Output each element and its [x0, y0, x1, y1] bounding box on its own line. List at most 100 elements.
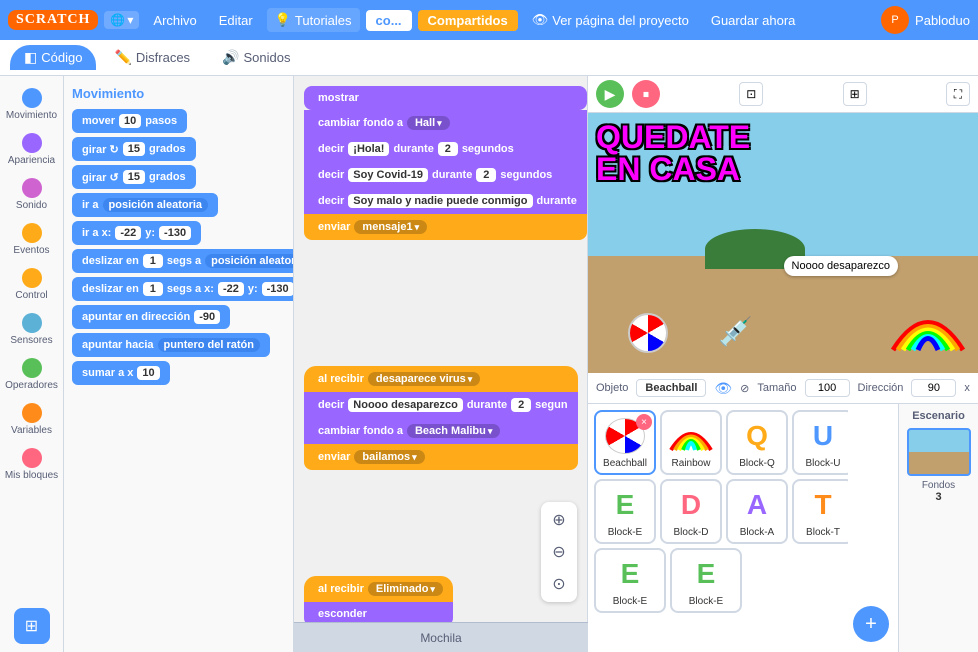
goto-y[interactable]: -130 [159, 226, 191, 240]
sprite-item-block-u[interactable]: U Block-U [792, 410, 848, 475]
decir-covid-text[interactable]: Soy Covid-19 [348, 168, 428, 182]
enviar-mensaje1-dropdown[interactable]: mensaje1 [354, 220, 427, 234]
sprite-item-block-e3[interactable]: E Block-E [670, 548, 742, 613]
goto-x[interactable]: -22 [115, 226, 141, 240]
cambiar-fondo-1-dropdown[interactable]: Hall [407, 116, 450, 130]
block-point-dir[interactable]: apuntar en dirección -90 [72, 305, 230, 329]
ver-pagina-button[interactable]: 👁 Ver página del proyecto [524, 8, 697, 32]
stage-medium-button[interactable]: ⊞ [843, 82, 867, 106]
sprite-item-beachball[interactable]: × Beachball [594, 410, 656, 475]
recibir-eliminado-dropdown[interactable]: Eliminado [368, 582, 443, 596]
goto-dropdown[interactable]: posición aleatoria [103, 198, 209, 212]
archivo-menu[interactable]: Archivo [145, 9, 204, 32]
block-goto-random[interactable]: ir a posición aleatoria [72, 193, 218, 217]
sprite-item-block-e[interactable]: E Block-E [594, 479, 656, 544]
decir-hola-text[interactable]: ¡Hola! [348, 142, 389, 156]
move-value[interactable]: 10 [119, 114, 141, 128]
block-glide-xy[interactable]: deslizar en 1 segs a x: -22 y: -130 [72, 277, 294, 301]
zoom-fit-button[interactable]: ⊙ [545, 570, 573, 598]
change-x-value[interactable]: 10 [137, 366, 159, 380]
add-extension-button[interactable]: ⊞ [14, 608, 50, 644]
zoom-in-button[interactable]: ⊕ [545, 506, 573, 534]
sidebar-item-control[interactable]: Control [3, 264, 61, 305]
sprite-item-block-a[interactable]: A Block-A [726, 479, 788, 544]
glide-xy-time[interactable]: 1 [143, 282, 163, 296]
glide-xy-x[interactable]: -22 [218, 282, 244, 296]
sidebar-item-mis-bloques[interactable]: Mis bloques [3, 444, 61, 485]
block-point-toward[interactable]: apuntar hacia puntero del ratón [72, 333, 270, 357]
green-flag-button[interactable]: ▶ [596, 80, 624, 108]
cambiar-fondo-beach-dropdown[interactable]: Beach Malibu [407, 424, 500, 438]
sb-decir-malo[interactable]: decir Soy malo y nadie puede conmigo dur… [304, 188, 587, 214]
sb-decir-hola[interactable]: decir ¡Hola! durante 2 segundos [304, 136, 587, 162]
turn-ccw-value[interactable]: 15 [123, 170, 145, 184]
sb-enviar-mensaje1[interactable]: enviar mensaje1 [304, 214, 587, 240]
sidebar-item-eventos[interactable]: Eventos [3, 219, 61, 260]
tamaño-field[interactable] [805, 379, 850, 397]
compartidos-button[interactable]: Compartidos [418, 10, 518, 31]
tab-codigo[interactable]: ◧ Código [10, 45, 96, 70]
stage-fullscreen-button[interactable]: ⛶ [946, 82, 970, 106]
sprite-item-block-q[interactable]: Q Block-Q [726, 410, 788, 475]
guardar-button[interactable]: Guardar ahora [703, 9, 804, 32]
sidebar-item-apariencia[interactable]: Apariencia [3, 129, 61, 170]
decir-malo-text[interactable]: Soy malo y nadie puede conmigo [348, 194, 532, 208]
block-goto-xy[interactable]: ir a x: -22 y: -130 [72, 221, 201, 245]
turn-cw-value[interactable]: 15 [123, 142, 145, 156]
glide-xy-y[interactable]: -130 [262, 282, 294, 296]
add-sprite-button[interactable]: + [853, 606, 889, 642]
mochila-bar[interactable]: Mochila [294, 622, 588, 652]
tab-disfraces[interactable]: ✏️ Disfraces [100, 45, 204, 70]
glide-time[interactable]: 1 [143, 254, 163, 268]
sidebar-item-sonido[interactable]: Sonido [3, 174, 61, 215]
decir-noooo-dur[interactable]: 2 [511, 398, 531, 412]
glide-dropdown[interactable]: posición aleatoria [205, 254, 294, 268]
sidebar-item-operadores[interactable]: Operadores [3, 354, 61, 395]
sb-cambiar-fondo-1[interactable]: cambiar fondo a Hall [304, 110, 587, 136]
sidebar-item-movimiento[interactable]: Movimiento [3, 84, 61, 125]
enviar-bailamos-dropdown[interactable]: bailamos [354, 450, 424, 464]
block-change-x[interactable]: sumar a x 10 [72, 361, 170, 385]
sprite-item-block-t[interactable]: T Block-T [792, 479, 848, 544]
scratch-logo[interactable]: SCRATCH [8, 10, 98, 30]
block-turn-cw[interactable]: girar ↻ 15 grados [72, 137, 196, 161]
tab-sonidos[interactable]: 🔊 Sonidos [208, 45, 304, 70]
sb-cambiar-fondo-beach[interactable]: cambiar fondo a Beach Malibu [304, 418, 578, 444]
block-move[interactable]: mover 10 pasos [72, 109, 187, 133]
sb-al-recibir-eliminado[interactable]: al recibir Eliminado [304, 576, 453, 602]
scenario-thumbnail[interactable] [907, 428, 971, 476]
zoom-out-button[interactable]: ⊖ [545, 538, 573, 566]
sprite-item-block-e2[interactable]: E Block-E [594, 548, 666, 613]
sidebar-item-variables[interactable]: Variables [3, 399, 61, 440]
editar-menu[interactable]: Editar [211, 9, 261, 32]
sprites-row-2: E Block-E D Block-D A Block-A T Block-T [594, 479, 842, 544]
point-toward-dropdown[interactable]: puntero del ratón [158, 338, 260, 352]
eye-button[interactable]: 👁 [714, 380, 732, 397]
stage-small-button[interactable]: ⊡ [739, 82, 763, 106]
sprite-delete-beachball[interactable]: × [636, 414, 652, 430]
sprite-item-block-d[interactable]: D Block-D [660, 479, 722, 544]
sprite-item-rainbow[interactable]: Rainbow [660, 410, 722, 475]
sb-decir-noooo[interactable]: decir Noooo desaparezco durante 2 segun [304, 392, 578, 418]
sb-al-recibir-desaparece[interactable]: al recibir desaparece virus [304, 366, 578, 392]
sb-decir-covid[interactable]: decir Soy Covid-19 durante 2 segundos [304, 162, 587, 188]
eye-slash-button[interactable]: ⊘ [740, 382, 749, 395]
scripts-area[interactable]: mostrar cambiar fondo a Hall decir ¡Hola… [294, 76, 588, 652]
tutoriales-menu[interactable]: 💡 Tutoriales [267, 8, 360, 32]
decir-hola-dur[interactable]: 2 [438, 142, 458, 156]
block-glide-random[interactable]: deslizar en 1 segs a posición aleatoria [72, 249, 294, 273]
decir-noooo-text[interactable]: Noooo desaparezco [348, 398, 463, 412]
decir-covid-dur[interactable]: 2 [476, 168, 496, 182]
stop-button[interactable]: ⏹ [632, 80, 660, 108]
project-name-field[interactable]: co... [366, 10, 412, 31]
direccion-field[interactable] [911, 379, 956, 397]
block-turn-ccw[interactable]: girar ↺ 15 grados [72, 165, 196, 189]
user-avatar-button[interactable]: P Pabloduo [881, 6, 970, 34]
obj-name-field[interactable]: Beachball [636, 379, 706, 397]
recibir-desaparece-dropdown[interactable]: desaparece virus [368, 372, 480, 386]
sb-mostrar[interactable]: mostrar [304, 86, 587, 110]
language-button[interactable]: 🌐 ▾ [104, 11, 139, 29]
sb-enviar-bailamos[interactable]: enviar bailamos [304, 444, 578, 470]
sidebar-item-sensores[interactable]: Sensores [3, 309, 61, 350]
point-dir-value[interactable]: -90 [194, 310, 220, 324]
